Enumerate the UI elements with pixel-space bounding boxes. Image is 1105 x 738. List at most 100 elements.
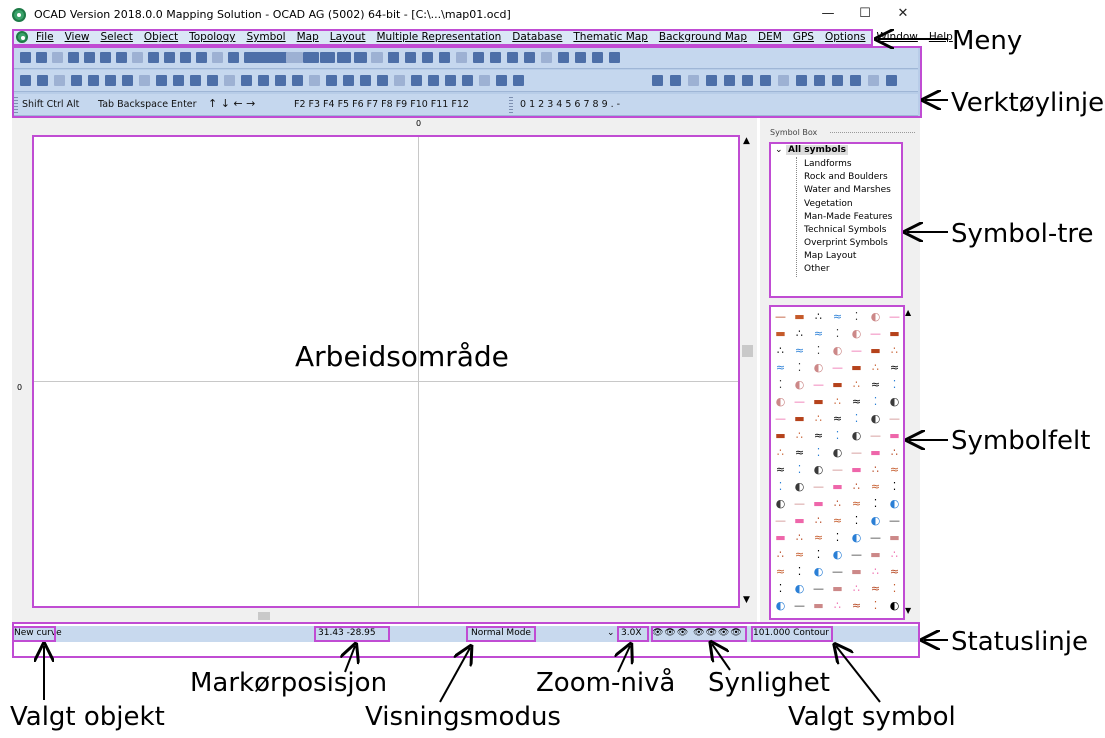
symbol-swatch[interactable]: — <box>848 444 865 461</box>
toolbar-tool-icon[interactable] <box>212 52 223 63</box>
symbol-swatch[interactable]: ≈ <box>810 325 827 342</box>
symbol-swatch[interactable]: ◐ <box>867 308 884 325</box>
tree-item-vegetation[interactable]: Vegetation <box>804 199 853 209</box>
vertical-scrollbar[interactable]: ▲ ▼ <box>740 133 755 608</box>
scroll-thumb[interactable] <box>742 345 753 357</box>
symbol-swatch[interactable]: — <box>848 342 865 359</box>
toolbar-tool-icon[interactable] <box>652 75 663 86</box>
tree-root-all-symbols[interactable]: All symbols <box>786 145 848 155</box>
toolbar-tool-icon[interactable] <box>688 75 699 86</box>
toolbar-tool-icon[interactable] <box>507 52 518 63</box>
symbol-swatch[interactable]: ◐ <box>848 529 865 546</box>
symbol-swatch[interactable]: — <box>886 308 903 325</box>
toolbar-tool-icon[interactable] <box>496 75 507 86</box>
symbol-swatch[interactable]: ∴ <box>791 427 808 444</box>
symbol-swatch[interactable]: ⁚ <box>867 495 884 512</box>
symbol-swatch[interactable]: ≈ <box>848 597 865 614</box>
toolbar-tool-icon[interactable] <box>778 75 789 86</box>
arrow-keys[interactable]: ↑ ↓ ← → <box>208 97 255 110</box>
toolbar-tool-icon[interactable] <box>52 52 63 63</box>
tree-item-other[interactable]: Other <box>804 264 830 274</box>
toolbar-tool-icon[interactable] <box>760 75 771 86</box>
symbol-swatch[interactable]: ≈ <box>791 444 808 461</box>
symbol-swatch[interactable]: ⁚ <box>829 427 846 444</box>
symbol-swatch[interactable]: — <box>867 529 884 546</box>
symbol-swatch[interactable]: ⁚ <box>810 546 827 563</box>
toolbar-tool-icon[interactable] <box>490 52 501 63</box>
view-mode-status[interactable]: Normal Mode <box>471 628 531 638</box>
symbol-swatch[interactable]: ≈ <box>772 359 789 376</box>
menu-gps[interactable]: GPS <box>793 30 814 45</box>
toolbar-tool-icon[interactable] <box>190 75 201 86</box>
symbol-swatch[interactable]: ◐ <box>829 342 846 359</box>
symbol-swatch[interactable]: ≈ <box>791 342 808 359</box>
toolbar-tool-icon[interactable] <box>100 52 111 63</box>
scroll-down-icon[interactable]: ▼ <box>743 595 750 605</box>
symbol-swatch[interactable]: ∴ <box>810 512 827 529</box>
toolbar-tool-icon[interactable] <box>88 75 99 86</box>
symbol-swatch[interactable]: ◐ <box>772 393 789 410</box>
symbol-swatch[interactable]: ≈ <box>772 563 789 580</box>
symbol-swatch[interactable]: ▬ <box>886 427 903 444</box>
symbol-swatch[interactable]: — <box>791 597 808 614</box>
maximize-button[interactable]: ☐ <box>855 5 875 23</box>
symbol-swatch[interactable]: ∴ <box>829 597 846 614</box>
toolbar-tool-icon[interactable] <box>360 75 371 86</box>
symbol-swatch[interactable]: ▬ <box>791 308 808 325</box>
symbol-swatch[interactable]: ∴ <box>867 461 884 478</box>
toolbar-tool-icon[interactable] <box>850 75 861 86</box>
symbol-swatch[interactable]: ▬ <box>791 410 808 427</box>
toolbar-tool-icon[interactable] <box>575 52 586 63</box>
toolbar-grip[interactable] <box>509 97 513 113</box>
toolbar-tool-icon[interactable] <box>180 52 191 63</box>
view-mode-dropdown-icon[interactable]: ⌄ <box>607 628 615 638</box>
symbol-swatch[interactable]: ∴ <box>791 325 808 342</box>
menu-background-map[interactable]: Background Map <box>659 30 747 45</box>
menu-dem[interactable]: DEM <box>758 30 782 45</box>
symbol-swatch[interactable]: ▬ <box>810 597 827 614</box>
symbol-swatch[interactable]: ▬ <box>848 563 865 580</box>
expand-chevron-icon[interactable]: ⌄ <box>775 145 783 155</box>
menu-window[interactable]: Window <box>876 30 917 45</box>
toolbar-tool-icon[interactable] <box>445 75 456 86</box>
symbol-swatch[interactable]: — <box>829 563 846 580</box>
tree-item-water-marshes[interactable]: Water and Marshes <box>804 185 891 195</box>
toolbar-tool-icon[interactable] <box>286 52 297 63</box>
toolbar-tool-icon[interactable] <box>252 52 263 63</box>
symbol-swatch[interactable]: ∴ <box>772 342 789 359</box>
toolbar-tool-icon[interactable] <box>670 75 681 86</box>
symbol-swatch[interactable]: ◐ <box>848 325 865 342</box>
horizontal-scrollbar[interactable] <box>32 610 738 622</box>
symbol-swatch[interactable]: ◐ <box>810 563 827 580</box>
symbol-swatch[interactable]: ◐ <box>810 461 827 478</box>
toolbar-tool-icon[interactable] <box>132 52 143 63</box>
toolbar-tool-icon[interactable] <box>156 75 167 86</box>
toolbar-tool-icon[interactable] <box>173 75 184 86</box>
toolbar-tool-icon[interactable] <box>337 52 348 63</box>
symbol-swatch[interactable]: ▬ <box>886 325 903 342</box>
menu-help[interactable]: Help <box>929 30 953 45</box>
symbol-swatch[interactable]: — <box>791 393 808 410</box>
scroll-down-icon[interactable]: ▼ <box>905 606 911 615</box>
toolbar-tool-icon[interactable] <box>354 52 365 63</box>
symbol-swatch[interactable]: ∴ <box>886 546 903 563</box>
symbol-swatch[interactable]: ≈ <box>867 376 884 393</box>
symbol-swatch[interactable]: — <box>791 495 808 512</box>
symbol-swatch[interactable]: ≈ <box>810 529 827 546</box>
symbol-swatch[interactable]: ≈ <box>791 546 808 563</box>
toolbar-tool-icon[interactable] <box>36 52 47 63</box>
toolbar-tool-icon[interactable] <box>116 52 127 63</box>
toolbar-tool-icon[interactable] <box>139 75 150 86</box>
symbol-swatch[interactable]: ◐ <box>829 444 846 461</box>
toolbar-tool-icon[interactable] <box>541 52 552 63</box>
toolbar-tool-icon[interactable] <box>796 75 807 86</box>
function-keys[interactable]: F2 F3 F4 F5 F6 F7 F8 F9 F10 F11 F12 <box>294 99 469 110</box>
toolbar-tool-icon[interactable] <box>84 52 95 63</box>
toolbar-tool-icon[interactable] <box>479 75 490 86</box>
symbol-swatch[interactable]: ≈ <box>867 478 884 495</box>
symbol-swatch[interactable]: ⁚ <box>848 308 865 325</box>
symbol-swatch[interactable]: ≈ <box>810 427 827 444</box>
toolbar-tool-icon[interactable] <box>832 75 843 86</box>
symbol-swatch[interactable]: ∴ <box>791 529 808 546</box>
minimize-button[interactable]: — <box>818 5 838 23</box>
